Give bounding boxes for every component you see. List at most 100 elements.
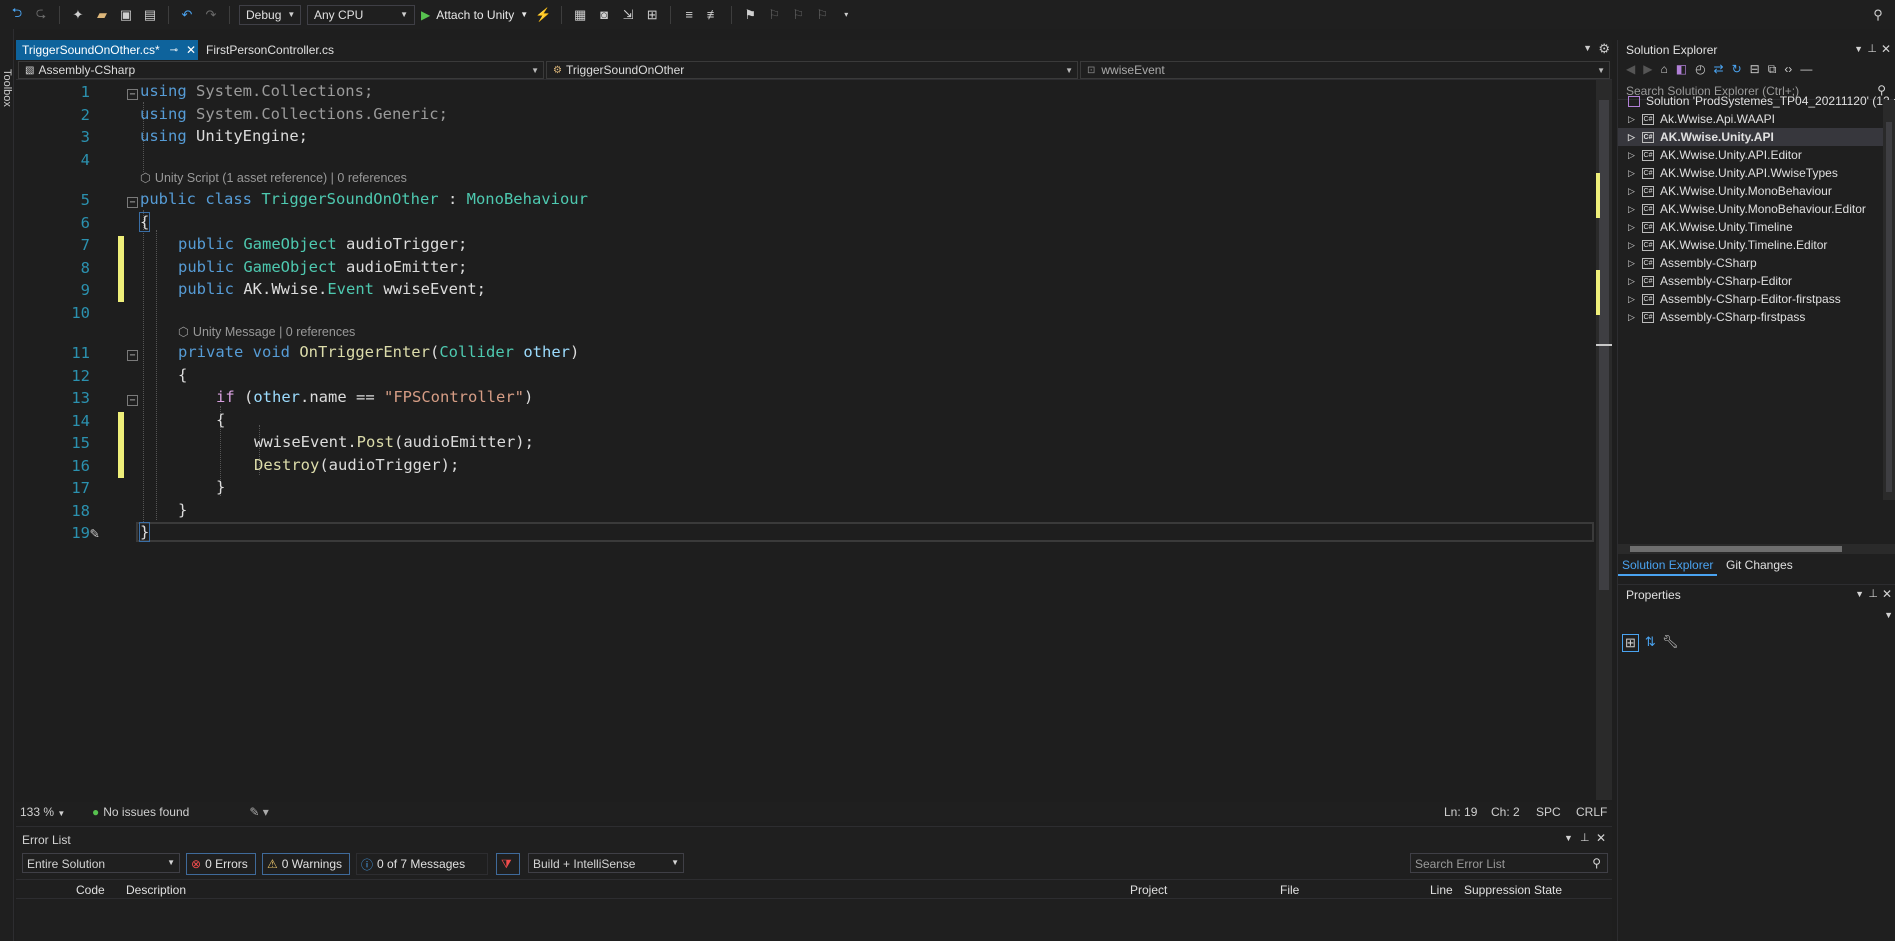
home-icon[interactable]: ⌂	[1660, 62, 1667, 82]
whitespace-indicator[interactable]: SPC	[1536, 805, 1561, 819]
categorized-icon[interactable]: ⊞	[1622, 634, 1639, 652]
expand-icon[interactable]: ▷	[1628, 312, 1642, 323]
clear-bookmarks-icon[interactable]: ⚐	[813, 6, 831, 24]
column-line[interactable]: Line	[1430, 883, 1453, 897]
zoom-select[interactable]: 133 % ▼	[20, 805, 78, 819]
project-item[interactable]: ▷ C# AK.Wwise.Unity.API.WwiseTypes	[1628, 164, 1838, 182]
project-item-selected[interactable]: ▷ C# AK.Wwise.Unity.API	[1618, 128, 1895, 146]
panel-menu-icon[interactable]: ▼	[1564, 833, 1573, 843]
close-icon[interactable]: ✕	[1596, 831, 1606, 845]
step-icon[interactable]: ⇲	[619, 6, 637, 24]
project-item[interactable]: ▷ C# AK.Wwise.Unity.Timeline.Editor	[1628, 236, 1827, 254]
expand-icon[interactable]: ▷	[1628, 132, 1642, 143]
column-code[interactable]: Code	[76, 883, 105, 897]
scroll-thumb[interactable]	[1886, 122, 1892, 492]
project-item[interactable]: ▷ C# Assembly-CSharp-firstpass	[1628, 308, 1805, 326]
pin-icon[interactable]: ⊥	[1868, 587, 1878, 600]
tab-git-changes[interactable]: Git Changes	[1726, 558, 1793, 576]
forward-icon[interactable]: ▶	[1643, 62, 1652, 82]
browse-icon[interactable]: ▦	[571, 6, 589, 24]
save-icon[interactable]: ▣	[117, 6, 135, 24]
comment-icon[interactable]: ≡	[680, 6, 698, 24]
refresh-icon[interactable]: ↻	[1732, 62, 1742, 82]
code-editor[interactable]: 1 2 3 4 5 6 7 8 9 10 11 12 13 14 15 16 1…	[36, 80, 1598, 800]
expand-icon[interactable]: ▷	[1628, 222, 1642, 233]
brush-icon[interactable]: ✎ ▾	[249, 805, 268, 819]
attach-button[interactable]: ▶ Attach to Unity ▼	[421, 8, 528, 22]
redo-icon[interactable]: ↷	[202, 6, 220, 24]
tree-scrollbar[interactable]	[1883, 100, 1895, 500]
uncomment-icon[interactable]: ≢	[704, 6, 722, 24]
open-folder-icon[interactable]: ▰	[93, 6, 111, 24]
next-bookmark-icon[interactable]: ⚐	[789, 6, 807, 24]
scope-dropdown[interactable]: Entire Solution ▼	[22, 853, 180, 873]
panel-menu-icon[interactable]: ▼	[1854, 44, 1863, 54]
new-project-icon[interactable]: ✦	[69, 6, 87, 24]
close-icon[interactable]: ✕	[1881, 42, 1891, 56]
messages-filter-button[interactable]: ⓘ 0 of 7 Messages	[356, 853, 488, 875]
editor-scrollbar[interactable]	[1596, 80, 1612, 800]
screenshot-icon[interactable]: ◙	[595, 6, 613, 24]
tree-hscrollbar[interactable]	[1618, 544, 1895, 554]
project-item[interactable]: ▷ C# AK.Wwise.Unity.Timeline	[1628, 218, 1793, 236]
bookmark-icon[interactable]: ⚑	[741, 6, 759, 24]
project-item[interactable]: ▷ C# Assembly-CSharp	[1628, 254, 1757, 272]
back-icon[interactable]: ◀	[1626, 62, 1635, 82]
error-search-box[interactable]: Search Error List ⚲	[1410, 853, 1608, 873]
column-description[interactable]: Description	[126, 883, 186, 897]
project-item[interactable]: ▷ C# AK.Wwise.Unity.MonoBehaviour.Editor	[1628, 200, 1866, 218]
expand-icon[interactable]: ▷	[1628, 204, 1642, 215]
scroll-thumb[interactable]	[1630, 546, 1842, 552]
toolbox-tab[interactable]: Toolbox	[1, 69, 13, 107]
filter-button[interactable]: ⧩	[496, 853, 520, 875]
search-icon[interactable]: ⚲	[1592, 856, 1601, 870]
show-all-icon[interactable]: ⧉	[1768, 62, 1777, 82]
panel-menu-icon[interactable]: ▼	[1855, 589, 1864, 599]
collapse-icon[interactable]: −	[127, 395, 138, 406]
tab-overflow-icon[interactable]: ▼	[1583, 43, 1592, 53]
alphabetical-icon[interactable]: ⇅	[1645, 634, 1656, 652]
pending-changes-icon[interactable]: ◴	[1695, 62, 1705, 82]
project-item[interactable]: ▷ C# AK.Wwise.Unity.API.Editor	[1628, 146, 1802, 164]
errors-filter-button[interactable]: ⊗ 0 Errors	[186, 853, 256, 875]
line-ending-indicator[interactable]: CRLF	[1576, 805, 1607, 819]
pin-icon[interactable]: ⊸	[170, 45, 178, 56]
configuration-select[interactable]: Debug ▼	[239, 4, 301, 25]
column-file[interactable]: File	[1280, 883, 1299, 897]
column-suppression-state[interactable]: Suppression State	[1464, 883, 1562, 897]
undo-icon[interactable]: ↶	[178, 6, 196, 24]
expand-icon[interactable]: ▷	[1628, 240, 1642, 251]
project-item[interactable]: ▷ C# Ak.Wwise.Api.WAAPI	[1628, 110, 1775, 128]
back-icon[interactable]: ⮌	[8, 5, 26, 24]
close-icon[interactable]: ✕	[186, 43, 196, 57]
pin-icon[interactable]: ⊥	[1580, 831, 1590, 844]
tab-firstpersoncontroller[interactable]: FirstPersonController.cs	[200, 40, 340, 60]
tab-solution-explorer[interactable]: Solution Explorer	[1618, 558, 1718, 576]
layout-icon[interactable]: ⊞	[643, 6, 661, 24]
expand-icon[interactable]: ▷	[1628, 294, 1642, 305]
codelens-class[interactable]: ⬡ Unity Script (1 asset reference) | 0 re…	[140, 170, 407, 185]
project-item[interactable]: ▷ C# AK.Wwise.Unity.MonoBehaviour	[1628, 182, 1832, 200]
properties-object-dropdown-icon[interactable]: ▼	[1884, 610, 1893, 620]
pin-icon[interactable]: ⊥	[1867, 42, 1877, 55]
collapse-all-icon[interactable]: ⊟	[1750, 62, 1760, 82]
save-all-icon[interactable]: ▤	[141, 6, 159, 24]
codelens-method[interactable]: ⬡ Unity Message | 0 references	[178, 324, 355, 339]
expand-icon[interactable]: ▷	[1628, 276, 1642, 287]
property-pages-icon[interactable]: 🔧︎	[1662, 634, 1679, 652]
collapse-icon[interactable]: −	[127, 350, 138, 361]
quick-actions-icon[interactable]: ✎	[90, 524, 99, 542]
column-project[interactable]: Project	[1130, 883, 1167, 897]
tab-triggersound[interactable]: TriggerSoundOnOther.cs* ⊸ ✕	[16, 40, 198, 60]
type-dropdown[interactable]: ⚙ TriggerSoundOnOther ▼	[546, 61, 1078, 79]
hot-reload-icon[interactable]: ⚡	[534, 6, 552, 24]
project-item[interactable]: ▷ C# Assembly-CSharp-Editor	[1628, 272, 1792, 290]
project-item[interactable]: ▷ C# Assembly-CSharp-Editor-firstpass	[1628, 290, 1841, 308]
more-icon[interactable]: —	[1800, 62, 1812, 82]
prev-bookmark-icon[interactable]: ⚐	[765, 6, 783, 24]
expand-icon[interactable]: ▷	[1628, 168, 1642, 179]
column-indicator[interactable]: Ch: 2	[1491, 805, 1520, 819]
build-source-dropdown[interactable]: Build + IntelliSense ▼	[528, 853, 684, 873]
expand-icon[interactable]: ▷	[1628, 186, 1642, 197]
member-dropdown[interactable]: ⊡ wwiseEvent ▼	[1080, 61, 1610, 79]
